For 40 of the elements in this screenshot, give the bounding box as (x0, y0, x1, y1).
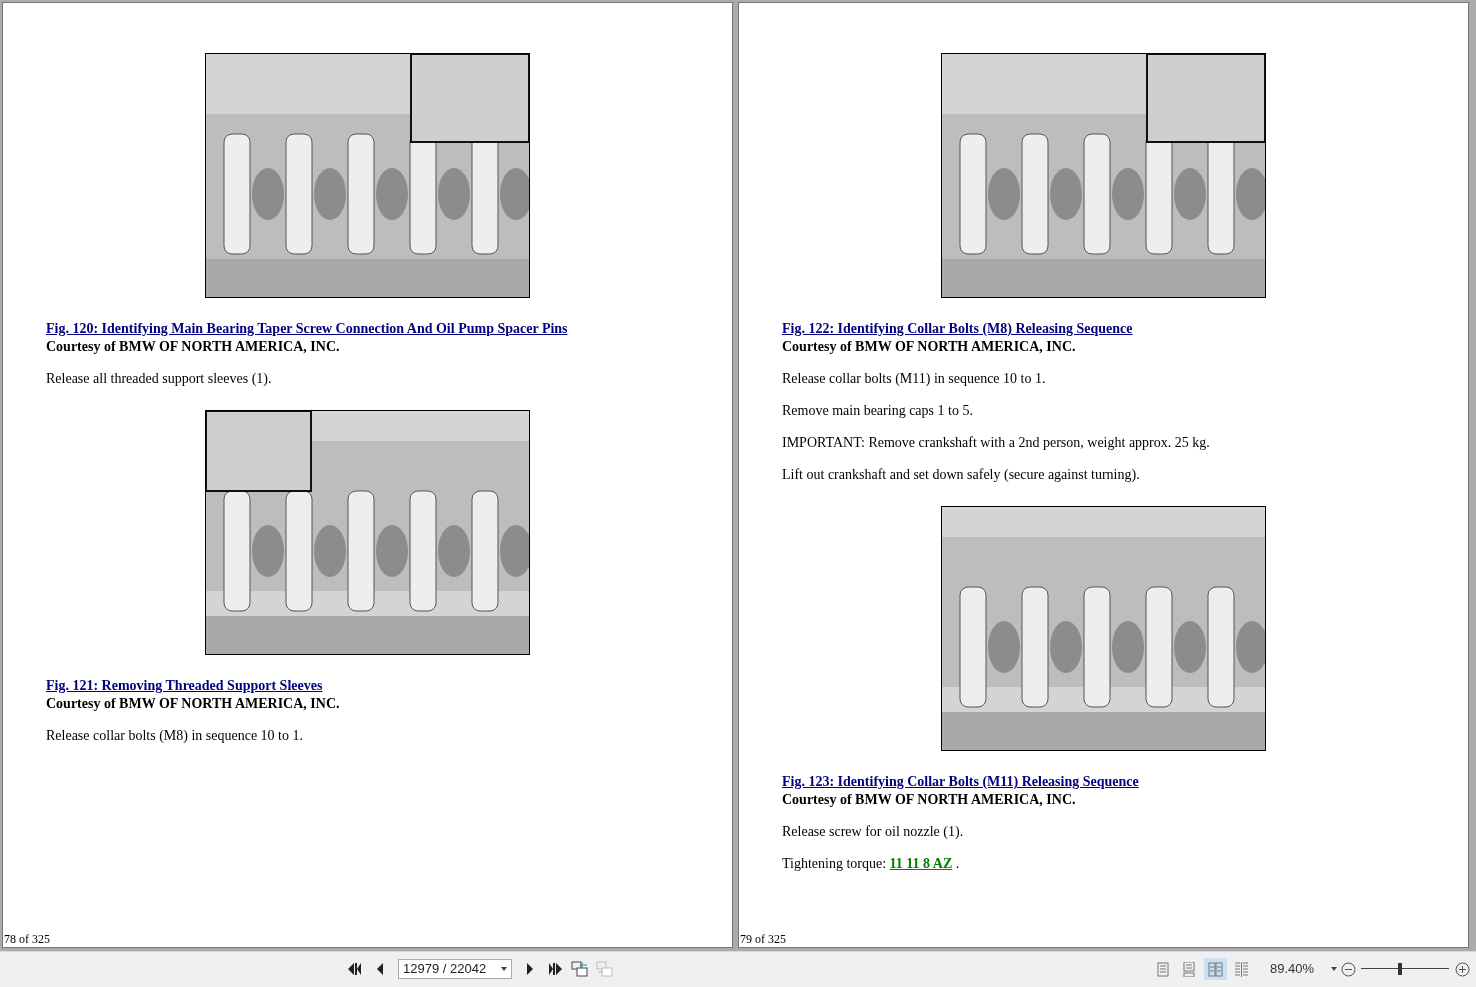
paragraph: Tightening torque: 11 11 8 AZ . (782, 855, 960, 873)
page-number-field[interactable]: 12979 / 22042 (398, 959, 512, 979)
zoom-level: 89.40% (1270, 960, 1316, 979)
right-triangle-icon (525, 962, 535, 976)
single-page-icon (1156, 961, 1171, 977)
slider-thumb[interactable] (1397, 963, 1402, 975)
dropdown-icon[interactable] (501, 967, 507, 971)
two-pages-icon (1208, 961, 1223, 977)
page-number: 79 of 325 (739, 931, 786, 947)
paragraph: Lift out crankshaft and set down safely (secure against turning). (782, 466, 1140, 484)
paragraph: Release all threaded support sleeves (1). (46, 370, 272, 388)
figure-credit: Courtesy of BMW OF NORTH AMERICA, INC. (46, 695, 340, 713)
last-page-icon (547, 962, 563, 976)
figure-link[interactable]: Fig. 120: Identifying Main Bearing Taper Screw Connection And Oil Pump Spacer Pins (46, 320, 568, 338)
paragraph: IMPORTANT: Remove crankshaft with a 2nd person, weight approx. 25 kg. (782, 434, 1210, 452)
first-page-icon (347, 962, 363, 976)
plus-circle-icon (1454, 961, 1470, 977)
zoom-in-button[interactable] (1454, 961, 1470, 977)
back-view-icon (571, 961, 589, 977)
forward-view-icon (596, 961, 614, 977)
paragraph: Release screw for oil nozzle (1). (782, 823, 964, 841)
zoom-slider[interactable] (1361, 963, 1449, 975)
figure-link[interactable]: Fig. 122: Identifying Collar Bolts (M8) Releasing Sequence (782, 320, 1133, 338)
figure-credit: Courtesy of BMW OF NORTH AMERICA, INC. (782, 338, 1076, 356)
figure-link[interactable]: Fig. 123: Identifying Collar Bolts (M11) Releasing Sequence (782, 773, 1139, 791)
go-back-view-button[interactable] (569, 958, 591, 980)
left-triangle-icon (375, 962, 385, 976)
paragraph: Remove main bearing caps 1 to 5. (782, 402, 973, 420)
paragraph: Release collar bolts (M8) in sequence 10 to 1. (46, 727, 303, 745)
torque-link[interactable]: 11 11 8 AZ (889, 856, 953, 871)
continuous-pages-icon (1182, 961, 1197, 977)
paragraph: Release collar bolts (M11) in sequence 10 to 1. (782, 370, 1046, 388)
two-columns-icon (1234, 961, 1249, 977)
dropdown-icon[interactable] (1331, 967, 1337, 971)
zoom-out-button[interactable] (1340, 961, 1356, 977)
page-number: 78 of 325 (3, 931, 50, 947)
figure-credit: Courtesy of BMW OF NORTH AMERICA, INC. (46, 338, 340, 356)
minus-circle-icon (1340, 961, 1356, 977)
figure-link[interactable]: Fig. 121: Removing Threaded Support Sleeves (46, 677, 323, 695)
figure-credit: Courtesy of BMW OF NORTH AMERICA, INC. (782, 791, 1076, 809)
